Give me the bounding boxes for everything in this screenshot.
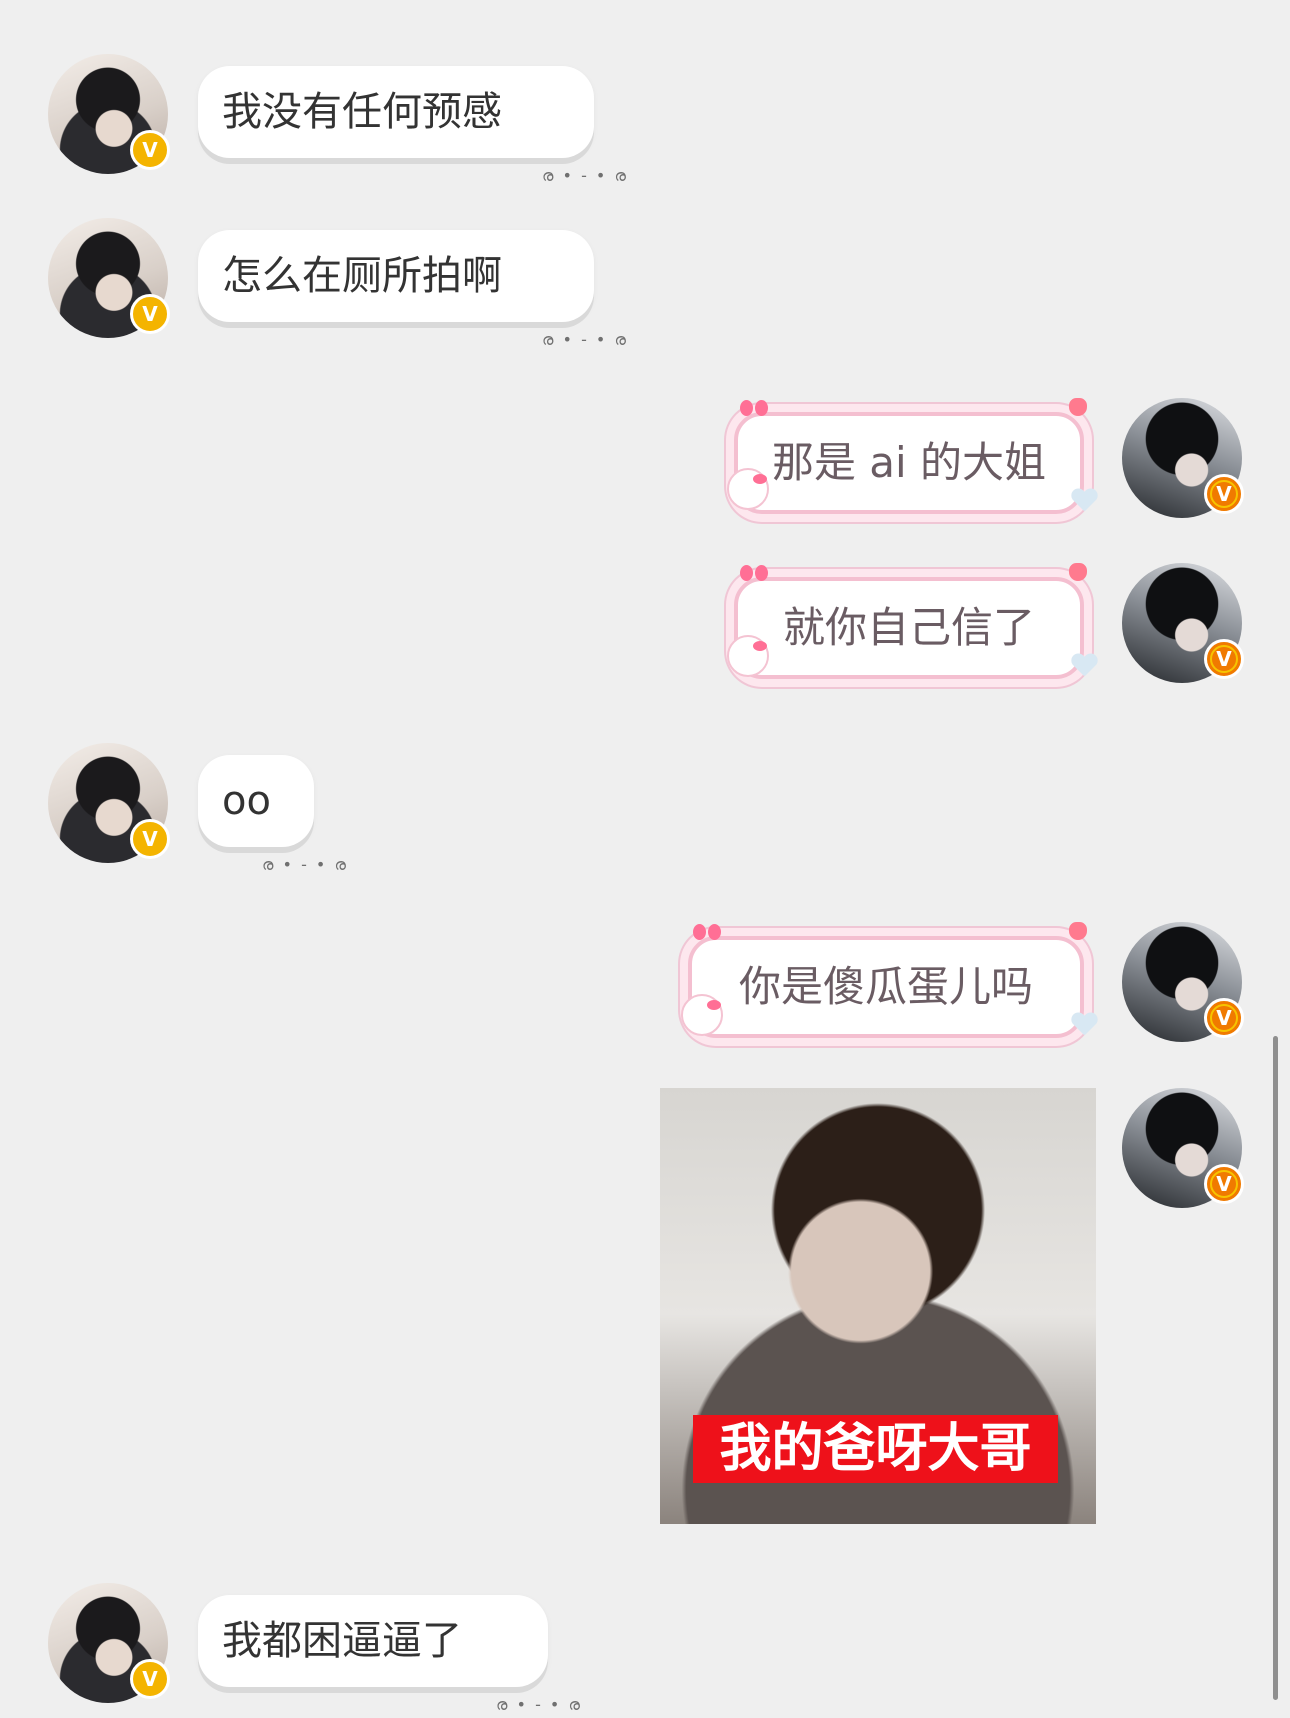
message-bubble-6[interactable]: 你是傻瓜蛋儿吗 [688,936,1084,1038]
message-row-3: 那是 ai 的大姐 V [0,398,1290,518]
verified-icon: V [1204,639,1244,679]
message-bubble-8[interactable]: 我都困逼逼了 [198,1585,548,1687]
message-status-8: ര • - • ര [496,1695,582,1714]
message-row-6: 你是傻瓜蛋儿吗 V [0,922,1290,1042]
bow-icon [693,924,721,940]
kitty-icon [727,468,769,510]
message-bubble-4[interactable]: 就你自己信了 [734,577,1084,679]
message-row-5: V oo ര • - • ര [0,743,1290,874]
message-row-2: V 怎么在厕所拍啊 ര • - • ര [0,218,1290,349]
avatar-right-3[interactable]: V [1122,922,1244,1042]
verified-icon: V [130,1659,170,1699]
heart-icon [1071,489,1097,513]
strawberry-icon [1069,563,1087,581]
photo-message[interactable]: 我的爸呀大哥 [660,1088,1096,1524]
message-bubble-3[interactable]: 那是 ai 的大姐 [734,412,1084,514]
verified-icon: V [1204,1164,1244,1204]
verified-icon: V [130,294,170,334]
kitty-icon [681,994,723,1036]
strawberry-icon [1069,398,1087,416]
message-bubble-5[interactable]: oo [198,745,314,847]
message-bubble-2[interactable]: 怎么在厕所拍啊 [198,220,594,322]
scrollbar[interactable] [1273,1036,1278,1700]
strawberry-icon [1069,922,1087,940]
message-text-6: 你是傻瓜蛋儿吗 [738,962,1033,1011]
avatar-left-1[interactable]: V [48,54,170,174]
message-text-8: 我都困逼逼了 [222,1618,462,1664]
avatar-left-2[interactable]: V [48,218,170,338]
message-row-4: 就你自己信了 V [0,563,1290,683]
message-status-5: ര • - • ര [262,855,348,874]
verified-icon: V [130,130,170,170]
message-text-1: 我没有任何预感 [222,89,502,135]
bow-icon [740,400,768,416]
message-row-7: 我的爸呀大哥 V [0,1088,1290,1524]
verified-icon: V [130,819,170,859]
message-row-1: V 我没有任何预感 ര • - • ര [0,54,1290,185]
message-row-8: V 我都困逼逼了 ര • - • ര [0,1583,1290,1714]
message-status-1: ര • - • ര [542,166,628,185]
verified-icon: V [1204,474,1244,514]
message-text-5: oo [222,778,271,824]
avatar-right-2[interactable]: V [1122,563,1244,683]
avatar-right-4[interactable]: V [1122,1088,1244,1208]
heart-icon [1071,654,1097,678]
heart-icon [1071,1013,1097,1037]
message-status-2: ര • - • ര [542,330,628,349]
message-bubble-1[interactable]: 我没有任何预感 [198,56,594,158]
message-text-3: 那是 ai 的大姐 [771,438,1047,487]
avatar-right-1[interactable]: V [1122,398,1244,518]
photo-caption: 我的爸呀大哥 [693,1415,1058,1483]
avatar-left-3[interactable]: V [48,743,170,863]
kitty-icon [727,635,769,677]
message-text-4: 就你自己信了 [782,603,1035,652]
message-text-2: 怎么在厕所拍啊 [222,253,502,299]
avatar-left-4[interactable]: V [48,1583,170,1703]
verified-icon: V [1204,998,1244,1038]
bow-icon [740,565,768,581]
